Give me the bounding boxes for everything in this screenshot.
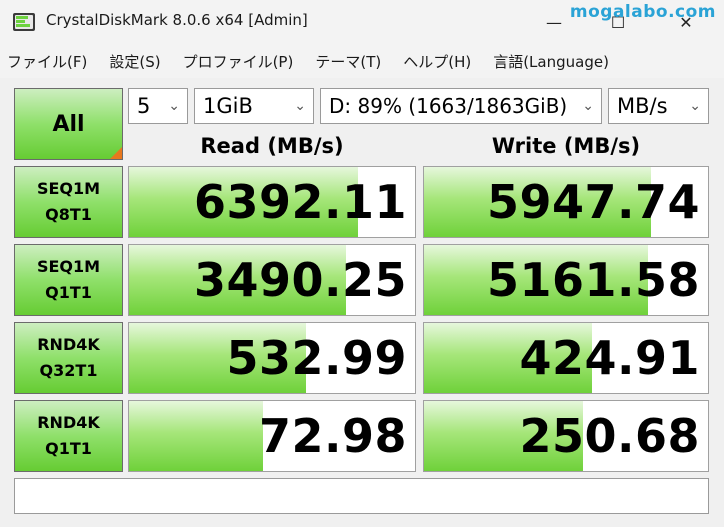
menu-help[interactable]: ヘルプ(H) [403,51,471,72]
read-result-value: 532.99 [226,331,407,385]
unit-select[interactable]: MB/s ⌄ [608,88,709,124]
test-count-select[interactable]: 5 ⌄ [128,88,188,124]
test-name: SEQ1M [36,257,101,276]
read-result-value: 6392.11 [193,175,407,229]
chevron-down-icon: ⌄ [294,98,306,114]
read-column-header: Read (MB/s) [200,134,344,158]
write-result-cell: 250.68 [423,400,709,472]
write-result-cell: 5947.74 [423,166,709,238]
menu-settings[interactable]: 設定(S) [109,51,160,72]
write-result-cell: 5161.58 [423,244,709,316]
read-result-value: 3490.25 [193,253,407,307]
write-result-cell: 424.91 [423,322,709,394]
test-button-rnd4k-q1t1[interactable]: RND4K Q1T1 [14,400,123,472]
menu-language[interactable]: 言語(Language) [493,51,609,72]
write-result-value: 5947.74 [486,175,700,229]
read-result-cell: 3490.25 [128,244,416,316]
test-size-value: 1GiB [203,94,253,118]
unit-value: MB/s [617,94,668,118]
test-name: RND4K [37,413,100,432]
menu-file[interactable]: ファイル(F) [7,51,87,72]
all-button[interactable]: All [14,88,123,160]
read-result-bar [129,401,264,471]
test-params: Q8T1 [45,205,92,224]
test-params: Q32T1 [39,361,98,380]
chevron-down-icon: ⌄ [689,98,701,114]
test-button-rnd4k-q32t1[interactable]: RND4K Q32T1 [14,322,123,394]
minimize-icon: — [546,12,562,32]
corner-marker-icon [110,147,122,159]
window-title: CrystalDiskMark 8.0.6 x64 [Admin] [46,11,308,29]
app-disk-icon [13,13,35,31]
write-column-header: Write (MB/s) [491,134,641,158]
drive-select[interactable]: D: 89% (1663/1863GiB) ⌄ [320,88,602,124]
test-name: SEQ1M [36,179,101,198]
chevron-down-icon: ⌄ [582,98,594,114]
watermark: mogalabo.com [569,2,716,22]
all-button-label: All [52,111,85,137]
read-result-cell: 72.98 [128,400,416,472]
write-result-value: 250.68 [519,409,700,463]
read-result-cell: 532.99 [128,322,416,394]
title-bar: CrystalDiskMark 8.0.6 x64 [Admin] — ☐ ✕ … [0,0,724,44]
menu-theme[interactable]: テーマ(T) [315,51,381,72]
test-name: RND4K [37,335,100,354]
read-result-value: 72.98 [258,409,407,463]
write-result-value: 5161.58 [486,253,700,307]
menu-profile[interactable]: プロファイル(P) [183,51,294,72]
test-button-seq1m-q8t1[interactable]: SEQ1M Q8T1 [14,166,123,238]
read-result-cell: 6392.11 [128,166,416,238]
comment-input[interactable] [14,478,709,514]
chevron-down-icon: ⌄ [168,98,180,114]
test-params: Q1T1 [45,283,92,302]
drive-value: D: 89% (1663/1863GiB) [329,94,568,118]
test-count-value: 5 [137,94,151,118]
test-params: Q1T1 [45,439,92,458]
test-size-select[interactable]: 1GiB ⌄ [194,88,314,124]
menu-bar: ファイル(F) 設定(S) プロファイル(P) テーマ(T) ヘルプ(H) 言語… [0,44,724,78]
test-button-seq1m-q1t1[interactable]: SEQ1M Q1T1 [14,244,123,316]
write-result-value: 424.91 [519,331,700,385]
